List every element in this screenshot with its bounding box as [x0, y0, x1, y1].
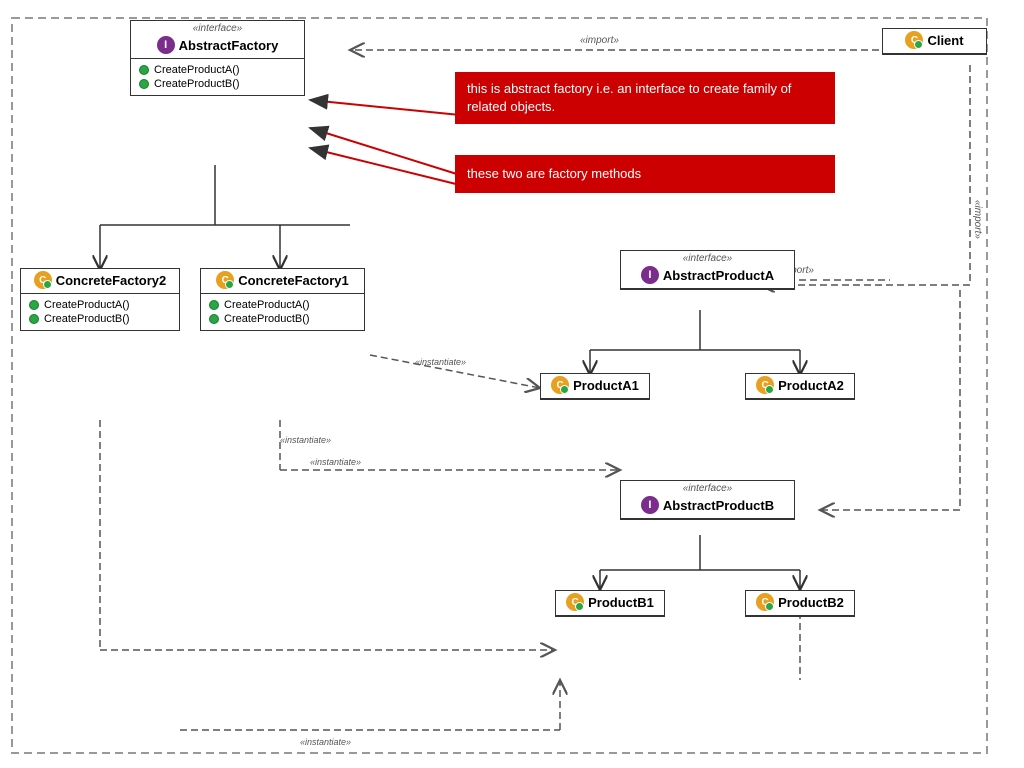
cf1-title: C ConcreteFactory1: [201, 269, 364, 294]
interface-icon: I: [157, 36, 175, 54]
pa1-title: C ProductA1: [541, 374, 649, 399]
apa-stereotype: «interface»: [621, 251, 794, 264]
class-icon-cf2: C: [34, 271, 52, 289]
interface-icon-apb: I: [641, 496, 659, 514]
client-box: C Client: [882, 28, 987, 55]
svg-text:«import»: «import»: [972, 200, 983, 239]
dot: [29, 300, 39, 310]
abstract-factory-stereotype: «interface»: [131, 21, 304, 34]
dot: [209, 300, 219, 310]
class-icon: C: [905, 31, 923, 49]
class-icon-pa2: C: [756, 376, 774, 394]
method-dot: [139, 79, 149, 89]
cf1-method2: CreateProductB(): [209, 312, 356, 326]
apb-title: I AbstractProductB: [621, 494, 794, 519]
svg-text:«instantiate»: «instantiate»: [415, 357, 466, 367]
pb2-title: C ProductB2: [746, 591, 854, 616]
diagram-container: «import» «import» «import» «instantiate»…: [0, 0, 1024, 768]
cf2-title: C ConcreteFactory2: [21, 269, 179, 294]
concrete-factory1-box: C ConcreteFactory1 CreateProductA() Crea…: [200, 268, 365, 331]
class-icon-pb1: C: [566, 593, 584, 611]
apa-title: I AbstractProductA: [621, 264, 794, 289]
callout-factory-methods: these two are factory methods: [455, 155, 835, 193]
abstract-factory-box: «interface» I AbstractFactory CreateProd…: [130, 20, 305, 96]
dot: [209, 314, 219, 324]
cf2-method1: CreateProductA(): [29, 298, 171, 312]
pb1-title: C ProductB1: [556, 591, 664, 616]
concrete-factory2-box: C ConcreteFactory2 CreateProductA() Crea…: [20, 268, 180, 331]
svg-text:«import»: «import»: [580, 35, 619, 46]
interface-icon-apa: I: [641, 266, 659, 284]
abstract-product-b-box: «interface» I AbstractProductB: [620, 480, 795, 520]
cf1-method1: CreateProductA(): [209, 298, 356, 312]
cf2-method2: CreateProductB(): [29, 312, 171, 326]
abstract-product-a-box: «interface» I AbstractProductA: [620, 250, 795, 290]
product-b2-box: C ProductB2: [745, 590, 855, 617]
method-dot: [139, 65, 149, 75]
svg-text:«instantiate»: «instantiate»: [280, 435, 331, 445]
method-createproductb: CreateProductB(): [139, 77, 296, 91]
cf1-body: CreateProductA() CreateProductB(): [201, 294, 364, 330]
product-a1-box: C ProductA1: [540, 373, 650, 400]
class-icon-pa1: C: [551, 376, 569, 394]
class-icon-cf1: C: [216, 271, 234, 289]
cf2-body: CreateProductA() CreateProductB(): [21, 294, 179, 330]
svg-text:«instantiate»: «instantiate»: [310, 457, 361, 467]
dot: [29, 314, 39, 324]
apb-stereotype: «interface»: [621, 481, 794, 494]
callout-abstract-factory: this is abstract factory i.e. an interfa…: [455, 72, 835, 124]
svg-text:«instantiate»: «instantiate»: [300, 737, 351, 747]
client-title: C Client: [883, 29, 986, 54]
class-icon-pb2: C: [756, 593, 774, 611]
method-createproducta: CreateProductA(): [139, 63, 296, 77]
product-b1-box: C ProductB1: [555, 590, 665, 617]
product-a2-box: C ProductA2: [745, 373, 855, 400]
abstract-factory-body: CreateProductA() CreateProductB(): [131, 59, 304, 95]
pa2-title: C ProductA2: [746, 374, 854, 399]
abstract-factory-title: I AbstractFactory: [131, 34, 304, 59]
